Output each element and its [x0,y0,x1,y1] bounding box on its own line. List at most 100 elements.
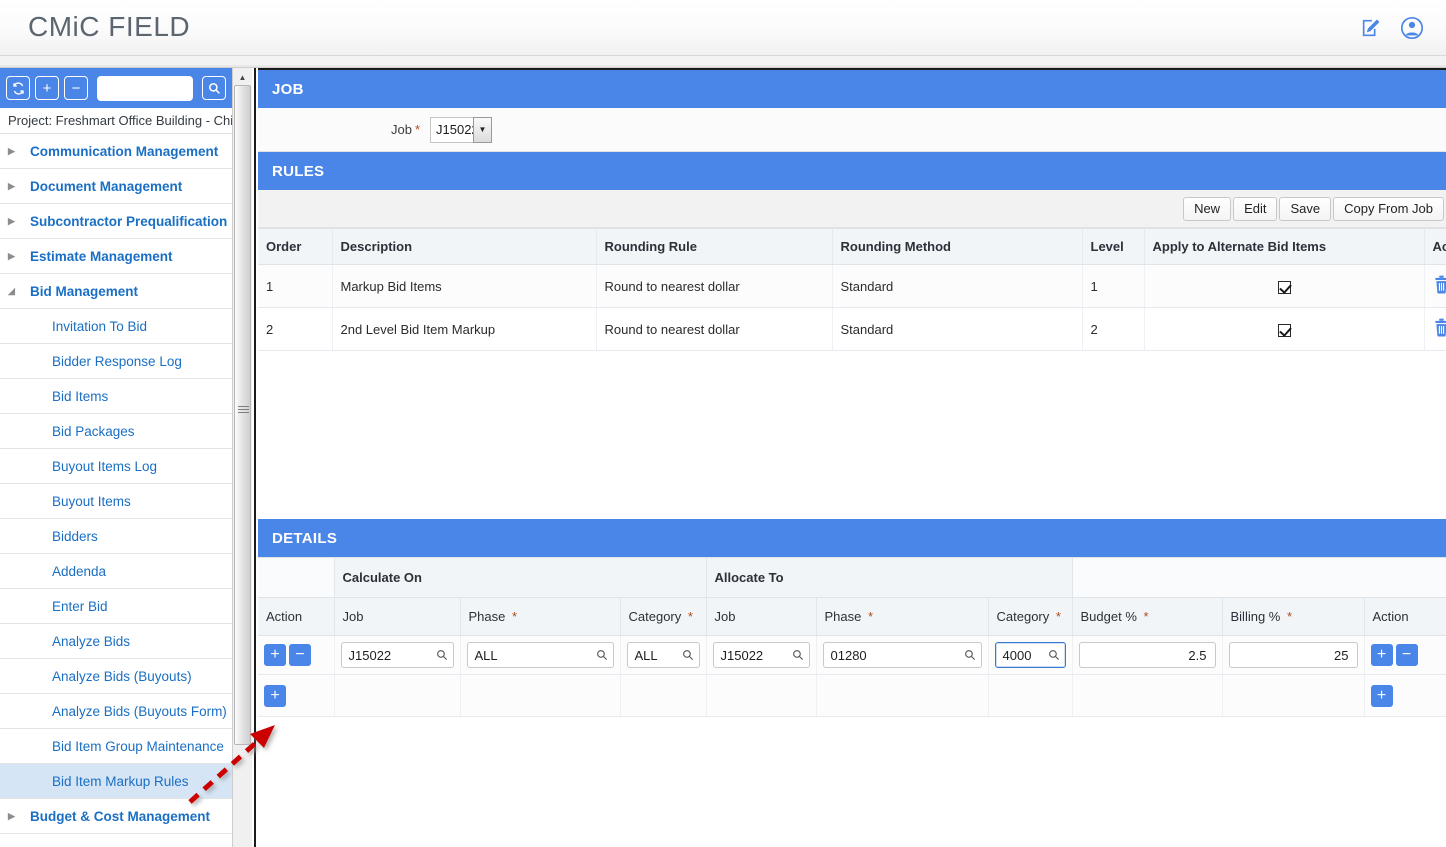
magnifier-icon[interactable] [596,649,608,661]
remove-row-button[interactable]: − [289,644,311,666]
column-header-action-right: Action [1364,597,1446,636]
sidebar-item-label: Bid Item Group Maintenance [52,738,224,754]
required-marker: * [687,609,693,624]
refresh-icon[interactable] [6,76,30,100]
nav-toolbar: + − [0,68,232,108]
required-marker: * [1055,609,1061,624]
magnifier-icon[interactable] [792,649,804,661]
sidebar-item-invitation-to-bid[interactable]: Invitation To Bid [0,309,232,344]
cell-budget-pct: 2.5 [1072,635,1223,675]
sidebar-item-estimate-management[interactable]: ▶ Estimate Management [0,239,232,274]
cell-empty [460,674,621,717]
billing-pct-input[interactable]: 25 [1228,642,1358,668]
sidebar-item-analyze-bids-buyouts-form[interactable]: Analyze Bids (Buyouts Form) [0,694,232,729]
cell-calc-category: ALL [620,635,707,675]
cell-apply-to-alternate [1144,264,1425,308]
sidebar-item-communication-management[interactable]: ▶ Communication Management [0,134,232,169]
cell-empty [334,674,461,717]
alloc-category-input[interactable]: 4000 [994,642,1066,668]
sidebar-item-bidder-response-log[interactable]: Bidder Response Log [0,344,232,379]
column-label: Job [714,609,736,624]
alloc-phase-input[interactable]: 01280 [822,642,982,668]
magnifier-icon[interactable] [1048,649,1060,661]
collapse-all-icon[interactable]: − [64,76,88,100]
cell-alloc-job: J15022 [706,635,817,675]
cell-add-left: + [258,674,335,717]
sidebar-item-bidders[interactable]: Bidders [0,519,232,554]
nav-menu-list: ▶ Communication Management ▶ Document Ma… [0,134,232,834]
job-select[interactable]: J15022 ▼ [430,116,492,143]
search-icon[interactable] [202,76,226,100]
cell-empty [706,674,817,717]
cell-level: 1 [1082,264,1145,308]
column-header-alloc-job: Job [706,597,817,636]
column-header-alloc-category: Category * [988,597,1073,636]
trash-icon[interactable] [1433,318,1445,337]
nav-search-input[interactable] [97,75,193,101]
column-header-calc-job: Job [334,597,461,636]
calc-phase-input[interactable]: ALL [466,642,614,668]
sidebar-item-bid-item-group-maintenance[interactable]: Bid Item Group Maintenance [0,729,232,764]
rules-table-header-row: Order Description Rounding Rule Rounding… [258,228,1446,265]
magnifier-icon[interactable] [436,649,448,661]
sidebar-item-enter-bid[interactable]: Enter Bid [0,589,232,624]
sidebar-item-label: Bid Items [52,388,109,404]
add-row-button-right[interactable]: + [1370,644,1393,666]
sidebar-item-buyout-items[interactable]: Buyout Items [0,484,232,519]
expand-all-icon[interactable]: + [35,76,59,100]
scroll-up-arrow-icon[interactable]: ▲ [234,70,251,84]
new-button[interactable]: New [1183,196,1232,221]
magnifier-icon[interactable] [964,649,976,661]
user-avatar-icon[interactable] [1400,16,1424,40]
sidebar-item-bid-packages[interactable]: Bid Packages [0,414,232,449]
sidebar-item-label: Budget & Cost Management [30,808,211,824]
calc-category-input[interactable]: ALL [626,642,700,668]
save-button[interactable]: Save [1279,196,1332,221]
sidebar-item-addenda[interactable]: Addenda [0,554,232,589]
chevron-right-icon: ▶ [8,250,15,261]
sidebar-scrollbar[interactable]: ▲ [232,68,252,847]
column-label: Action [1372,609,1409,624]
edit-button[interactable]: Edit [1233,196,1278,221]
cell-empty [620,674,707,717]
add-row-button[interactable]: + [264,644,286,666]
new-detail-row-button[interactable]: + [264,684,286,707]
sidebar-item-analyze-bids[interactable]: Analyze Bids [0,624,232,659]
cell-order: 2 [258,307,333,351]
alloc-job-input[interactable]: J15022 [712,642,810,668]
magnifier-icon[interactable] [682,649,694,661]
apply-to-alternate-checkbox[interactable] [1277,280,1291,294]
sidebar-item-buyout-items-log[interactable]: Buyout Items Log [0,449,232,484]
sidebar-item-label: Addenda [52,563,107,579]
budget-pct-input[interactable]: 2.5 [1078,642,1216,668]
remove-row-button-right[interactable]: − [1395,644,1418,666]
sidebar-item-bid-items[interactable]: Bid Items [0,379,232,414]
chevron-down-icon: ◢ [8,285,15,296]
sidebar-item-label: Bid Management [30,283,139,299]
project-context-label: Project: Freshmart Office Building - Chi [0,108,232,134]
chevron-down-icon[interactable]: ▼ [473,116,492,143]
column-label: Phase [468,609,506,624]
table-row[interactable]: 2 2nd Level Bid Item Markup Round to nea… [258,307,1446,351]
sidebar-item-bid-management[interactable]: ◢ Bid Management [0,274,232,309]
cell-rounding-rule: Round to nearest dollar [596,307,833,351]
copy-from-job-button[interactable]: Copy From Job [1333,196,1444,221]
sidebar-item-subcontractor-prequalification[interactable]: ▶ Subcontractor Prequalification [0,204,232,239]
rules-empty-space [258,351,1446,519]
required-marker: * [1143,609,1149,624]
chevron-right-icon: ▶ [8,180,15,191]
scrollbar-thumb[interactable] [234,85,251,745]
sidebar-item-bid-item-markup-rules[interactable]: Bid Item Markup Rules [0,764,232,799]
job-section-header: JOB [258,70,1446,108]
sidebar-item-budget-cost-management[interactable]: ▶ Budget & Cost Management [0,799,232,834]
details-add-row: + + [258,674,1446,717]
sidebar-item-document-management[interactable]: ▶ Document Management [0,169,232,204]
apply-to-alternate-checkbox[interactable] [1277,323,1291,337]
calc-job-input[interactable]: J15022 [340,642,454,668]
edit-pencil-icon[interactable] [1360,17,1382,39]
sidebar-item-analyze-bids-buyouts[interactable]: Analyze Bids (Buyouts) [0,659,232,694]
cell-alloc-category: 4000 [988,635,1073,675]
trash-icon[interactable] [1433,275,1445,294]
table-row[interactable]: 1 Markup Bid Items Round to nearest doll… [258,264,1446,308]
new-detail-row-button-right[interactable]: + [1370,684,1393,707]
